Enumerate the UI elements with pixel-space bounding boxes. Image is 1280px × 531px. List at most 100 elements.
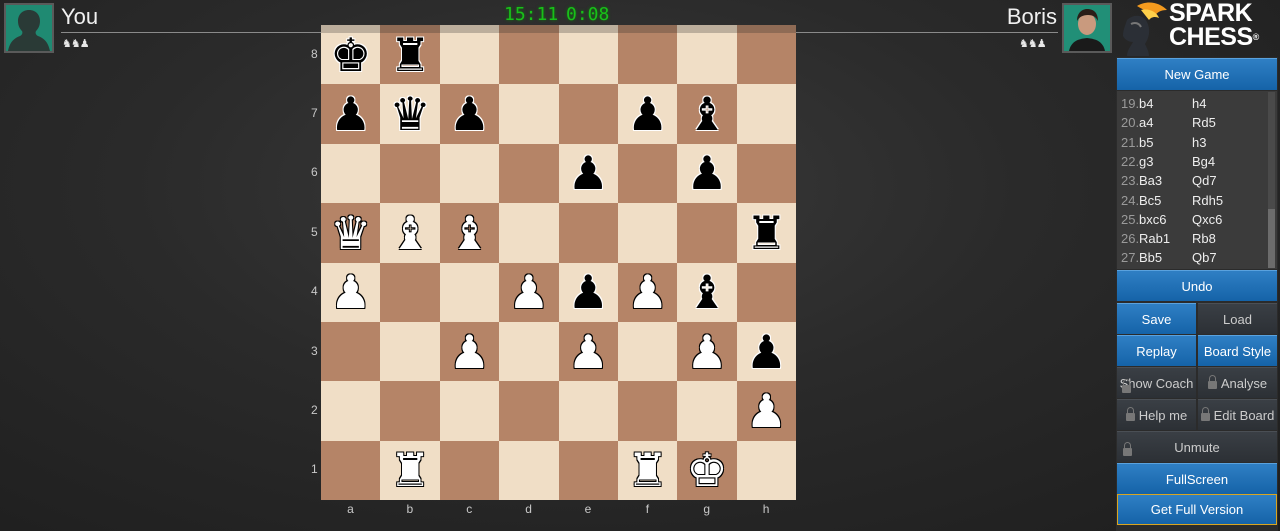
unmute-button[interactable]: Unmute <box>1117 431 1277 462</box>
square-e2[interactable] <box>558 381 618 441</box>
square-a5[interactable]: ♛ <box>321 203 381 263</box>
square-h6[interactable] <box>736 143 796 204</box>
square-d6[interactable] <box>499 143 559 204</box>
square-e4[interactable]: ♟ <box>558 262 618 322</box>
square-b4[interactable] <box>380 262 440 322</box>
white-king-icon[interactable]: ♚ <box>686 447 727 493</box>
square-b1[interactable]: ♜ <box>380 440 440 500</box>
move-row[interactable]: 21. b5 h3 <box>1121 135 1206 155</box>
square-e6[interactable]: ♟ <box>558 143 618 204</box>
analyse-button[interactable]: Analyse <box>1198 367 1277 398</box>
square-c4[interactable] <box>439 262 500 322</box>
black-bishop-icon[interactable]: ♝ <box>686 91 727 137</box>
square-d2[interactable] <box>499 381 559 441</box>
square-f6[interactable] <box>617 143 678 204</box>
square-e1[interactable] <box>558 440 618 500</box>
square-c8[interactable] <box>439 25 500 85</box>
square-c6[interactable] <box>439 143 500 204</box>
square-h1[interactable] <box>736 440 796 500</box>
white-bishop-icon[interactable]: ♝ <box>389 210 430 256</box>
move-row[interactable]: 25. bxc6 Qxc6 <box>1121 212 1222 232</box>
black-rook-icon[interactable]: ♜ <box>389 32 430 78</box>
square-e3[interactable]: ♟ <box>558 321 618 382</box>
square-c3[interactable]: ♟ <box>439 321 500 382</box>
white-bishop-icon[interactable]: ♝ <box>449 210 490 256</box>
black-pawn-icon[interactable]: ♟ <box>449 91 490 137</box>
square-b2[interactable] <box>380 381 440 441</box>
square-d1[interactable] <box>499 440 559 500</box>
square-h5[interactable]: ♜ <box>736 203 796 263</box>
square-b8[interactable]: ♜ <box>380 25 440 85</box>
square-d4[interactable]: ♟ <box>499 262 559 322</box>
square-g2[interactable] <box>677 381 737 441</box>
square-a6[interactable] <box>321 143 381 204</box>
white-rook-icon[interactable]: ♜ <box>627 447 668 493</box>
move-row[interactable]: 19. b4 h4 <box>1121 96 1206 116</box>
black-pawn-icon[interactable]: ♟ <box>686 150 727 196</box>
square-f2[interactable] <box>617 381 678 441</box>
help-me-button[interactable]: Help me <box>1117 399 1196 430</box>
load-button[interactable]: Load <box>1198 303 1277 334</box>
square-g5[interactable] <box>677 203 737 263</box>
move-list[interactable]: 19. b4 h4 20. a4 Rd5 21. b5 h3 22. g3 Bg4 23. Ba3 Qd7 2… <box>1117 91 1277 269</box>
board-style-button[interactable]: Board Style <box>1198 335 1277 366</box>
square-e8[interactable] <box>558 25 618 85</box>
square-g3[interactable]: ♟ <box>677 321 737 382</box>
square-a3[interactable] <box>321 321 381 382</box>
square-g7[interactable]: ♝ <box>677 84 737 144</box>
square-f8[interactable] <box>617 25 678 85</box>
black-king-icon[interactable]: ♚ <box>330 32 371 78</box>
square-d8[interactable] <box>499 25 559 85</box>
white-queen-icon[interactable]: ♛ <box>330 210 371 256</box>
square-c1[interactable] <box>439 440 500 500</box>
square-f4[interactable]: ♟ <box>617 262 678 322</box>
square-g8[interactable] <box>677 25 737 85</box>
black-rook-icon[interactable]: ♜ <box>746 210 787 256</box>
move-row[interactable]: 26. Rab1 Rb8 <box>1121 231 1216 251</box>
show-coach-button[interactable]: Show Coach <box>1117 367 1196 398</box>
square-f5[interactable] <box>617 203 678 263</box>
square-d3[interactable] <box>499 321 559 382</box>
move-row[interactable]: 27. Bb5 Qb7 <box>1121 250 1217 269</box>
save-button[interactable]: Save <box>1117 303 1196 334</box>
new-game-button[interactable]: New Game <box>1117 58 1277 90</box>
square-f3[interactable] <box>617 321 678 382</box>
white-pawn-icon[interactable]: ♟ <box>330 269 371 315</box>
square-c7[interactable]: ♟ <box>439 84 500 144</box>
square-c5[interactable]: ♝ <box>439 203 500 263</box>
fullscreen-button[interactable]: FullScreen <box>1117 463 1277 494</box>
white-pawn-icon[interactable]: ♟ <box>568 329 609 375</box>
square-a2[interactable] <box>321 381 381 441</box>
square-f7[interactable]: ♟ <box>617 84 678 144</box>
white-rook-icon[interactable]: ♜ <box>389 447 430 493</box>
chess-board[interactable]: ♚ ♜ ♟ ♛ ♟ ♟ ♝ ♟ ♟ ♛ ♝ ♝ ♜ ♟ ♟ ♟ ♟ ♝ ♟ ♟ ♟ ♟ ♟ ♜ ♜ ♚ <box>321 25 796 500</box>
move-row[interactable]: 23. Ba3 Qd7 <box>1121 173 1217 193</box>
white-pawn-icon[interactable]: ♟ <box>746 388 787 434</box>
get-full-version-button[interactable]: Get Full Version <box>1117 494 1277 525</box>
white-pawn-icon[interactable]: ♟ <box>508 269 549 315</box>
black-pawn-icon[interactable]: ♟ <box>627 91 668 137</box>
square-g4[interactable]: ♝ <box>677 262 737 322</box>
black-pawn-icon[interactable]: ♟ <box>568 150 609 196</box>
square-d5[interactable] <box>499 203 559 263</box>
scrollbar-thumb[interactable] <box>1268 209 1275 268</box>
move-row[interactable]: 22. g3 Bg4 <box>1121 154 1215 174</box>
black-pawn-icon[interactable]: ♟ <box>330 91 371 137</box>
black-pawn-icon[interactable]: ♟ <box>568 269 609 315</box>
square-a4[interactable]: ♟ <box>321 262 381 322</box>
square-a1[interactable] <box>321 440 381 500</box>
square-e7[interactable] <box>558 84 618 144</box>
black-pawn-icon[interactable]: ♟ <box>746 329 787 375</box>
square-b5[interactable]: ♝ <box>380 203 440 263</box>
white-pawn-icon[interactable]: ♟ <box>627 269 668 315</box>
move-row[interactable]: 20. a4 Rd5 <box>1121 115 1216 135</box>
edit-board-button[interactable]: Edit Board <box>1198 399 1277 430</box>
move-list-scrollbar[interactable] <box>1268 92 1275 268</box>
move-row[interactable]: 24. Bc5 Rdh5 <box>1121 193 1223 213</box>
square-b7[interactable]: ♛ <box>380 84 440 144</box>
square-f1[interactable]: ♜ <box>617 440 678 500</box>
square-e5[interactable] <box>558 203 618 263</box>
square-b3[interactable] <box>380 321 440 382</box>
white-pawn-icon[interactable]: ♟ <box>449 329 490 375</box>
square-h3[interactable]: ♟ <box>736 321 796 382</box>
